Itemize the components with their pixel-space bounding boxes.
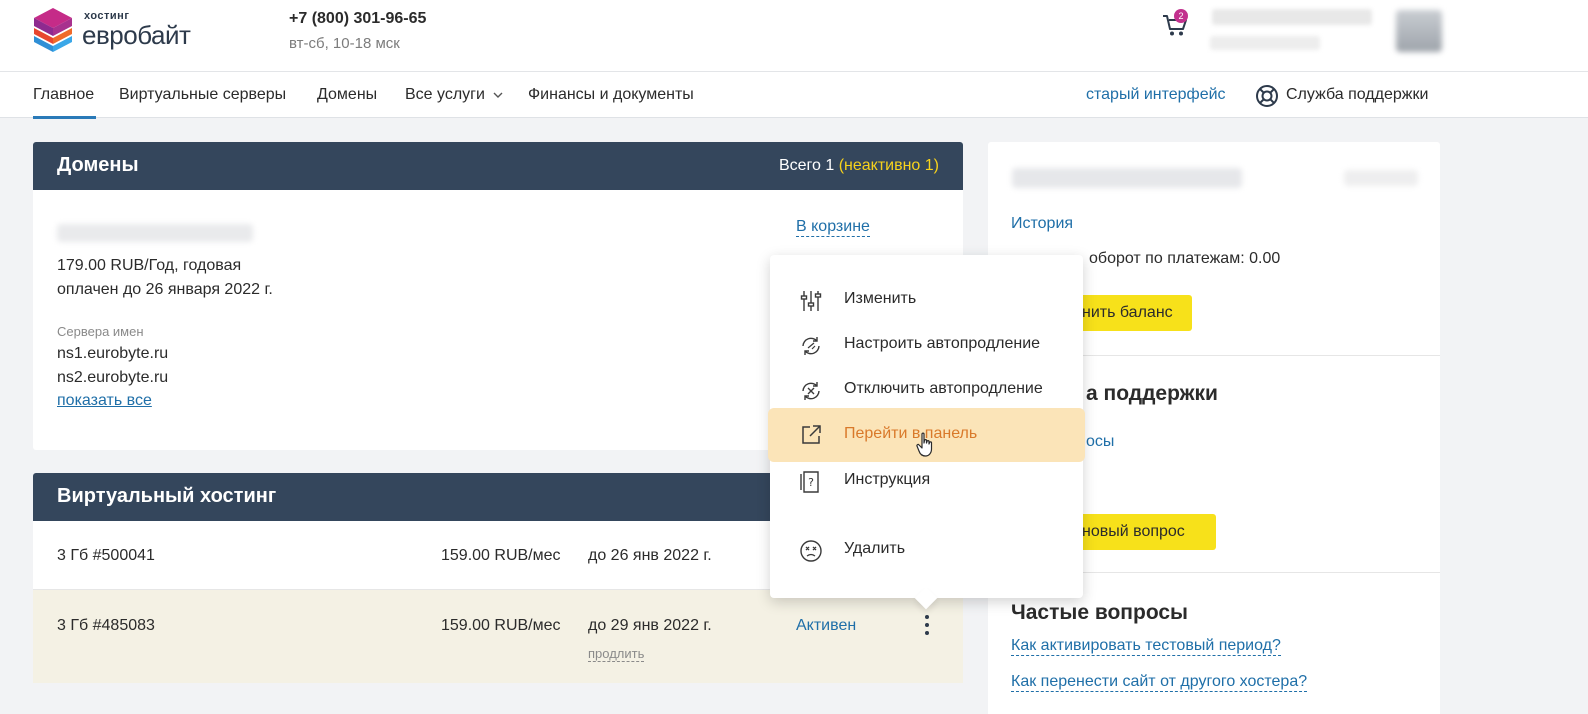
menu-item-label: Удалить xyxy=(844,540,906,557)
balance-blurred xyxy=(1012,168,1242,188)
menu-item-label: Перейти в панель xyxy=(844,425,978,442)
menu-item-delete[interactable]: Удалить xyxy=(770,528,1083,572)
menu-item-manual[interactable]: ? Инструкция xyxy=(770,459,1083,503)
new-question-button[interactable]: новый вопрос xyxy=(1070,514,1216,550)
top-bar: хостинг евробайт +7 (800) 301-96-65 вт-с… xyxy=(0,0,1588,72)
topup-balance-button[interactable]: нить баланс xyxy=(1070,295,1192,331)
support-title: а поддержки xyxy=(1086,382,1218,405)
logo-wordmark: евробайт xyxy=(82,20,191,50)
support-link[interactable]: Служба поддержки xyxy=(1286,86,1428,104)
domain-price: 179.00 RUB/Год, годовая xyxy=(57,257,242,274)
domains-title: Домены xyxy=(57,154,139,176)
hosting-plan: 3 Гб #500041 xyxy=(57,547,155,564)
nav-item-home[interactable]: Главное xyxy=(33,86,94,104)
context-menu: Изменить Настроить автопродление Отключи… xyxy=(768,255,1085,610)
chevron-down-icon xyxy=(493,92,503,98)
more-vertical-icon[interactable] xyxy=(920,613,934,637)
status-badge[interactable]: Активен xyxy=(796,617,856,635)
nav-item-all-services-label: Все услуги xyxy=(405,86,485,103)
history-link[interactable]: История xyxy=(1011,215,1073,233)
nameserver-2: ns2.eurobyte.ru xyxy=(57,369,169,386)
old-interface-link[interactable]: старый интерфейс xyxy=(1086,86,1226,104)
hosting-until: до 29 янв 2022 г. xyxy=(588,617,712,634)
nav-item-vps[interactable]: Виртуальные серверы xyxy=(119,86,286,104)
main-nav: Главное Виртуальные серверы Домены Все у… xyxy=(0,71,1588,119)
hand-cursor-icon xyxy=(916,432,933,457)
menu-item-label: Инструкция xyxy=(844,471,931,488)
hosting-title: Виртуальный хостинг xyxy=(57,485,277,507)
menu-item-label: Настроить автопродление xyxy=(844,335,1041,352)
nav-item-finance[interactable]: Финансы и документы xyxy=(528,86,694,104)
logo-cube-icon xyxy=(34,8,72,52)
autorenew-off-icon xyxy=(802,382,820,400)
domains-total-count: Всего 1 xyxy=(778,157,835,174)
domains-inactive-count: (неактивно 1) xyxy=(838,157,939,174)
menu-item-label: Изменить xyxy=(844,290,917,307)
domain-paid-until: оплачен до 26 января 2022 г. xyxy=(57,281,273,298)
nameservers-label: Сервера имен xyxy=(57,324,144,339)
faq-link[interactable]: Как активировать тестовый период? xyxy=(1011,637,1281,656)
show-all-link[interactable]: показать все xyxy=(57,392,152,410)
manual-icon: ? xyxy=(800,471,819,493)
domains-total: Всего 1 (неактивно 1) xyxy=(779,157,939,175)
hosting-until: до 26 янв 2022 г. xyxy=(588,547,712,564)
nav-active-indicator xyxy=(33,116,96,119)
account-balance-blurred xyxy=(1210,36,1320,50)
menu-item-label: Отключить автопродление xyxy=(844,380,1043,397)
autorenew-icon xyxy=(802,337,820,355)
phone-number[interactable]: +7 (800) 301-96-65 xyxy=(289,10,426,28)
hosting-plan: 3 Гб #485083 xyxy=(57,617,155,634)
hosting-price: 159.00 RUB/мес xyxy=(441,617,561,634)
logo[interactable]: хостинг евробайт xyxy=(32,6,212,54)
menu-item-autorenew-off[interactable]: Отключить автопродление xyxy=(770,368,1083,412)
menu-item-edit[interactable]: Изменить xyxy=(770,278,1083,322)
table-row[interactable]: 3 Гб #485083 159.00 RUB/мес до 29 янв 20… xyxy=(33,590,963,683)
extend-link[interactable]: продлить xyxy=(588,646,645,662)
support-questions-link[interactable]: осы xyxy=(1086,433,1114,451)
faq-title: Частые вопросы xyxy=(1011,601,1188,624)
sliders-icon xyxy=(800,291,822,311)
nav-item-all-services[interactable]: Все услуги xyxy=(405,86,503,104)
avatar[interactable] xyxy=(1396,10,1442,52)
working-hours: вт-сб, 10-18 мск xyxy=(289,35,400,52)
domains-card-header: Домены Всего 1 (неактивно 1) xyxy=(33,142,963,190)
nav-item-domains[interactable]: Домены xyxy=(317,86,377,104)
lifebuoy-icon[interactable] xyxy=(1255,84,1279,108)
external-link-icon xyxy=(802,425,821,444)
svg-text:?: ? xyxy=(808,476,814,489)
cart-count-badge: 2 xyxy=(1174,9,1188,23)
menu-item-autorenew[interactable]: Настроить автопродление xyxy=(770,323,1083,367)
domain-name-blurred[interactable] xyxy=(57,224,253,242)
refresh-blurred[interactable] xyxy=(1344,170,1418,186)
account-email-blurred[interactable] xyxy=(1212,9,1372,25)
nameserver-1: ns1.eurobyte.ru xyxy=(57,345,169,362)
hosting-price: 159.00 RUB/мес xyxy=(441,547,561,564)
faq-link[interactable]: Как перенести сайт от другого хостера? xyxy=(1011,673,1308,692)
delete-icon xyxy=(800,540,822,562)
payment-turnover: оборот по платежам: 0.00 xyxy=(1089,250,1281,267)
domain-status-link[interactable]: В корзине xyxy=(796,218,870,237)
